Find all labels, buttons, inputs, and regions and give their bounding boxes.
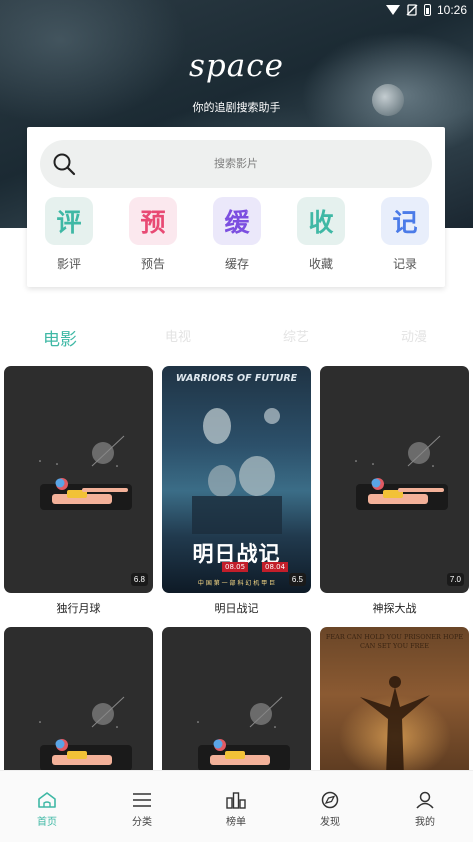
nav-label: 分类 bbox=[132, 817, 152, 828]
quick-action-label: 影评 bbox=[56, 257, 81, 271]
nav-home[interactable]: 首页 bbox=[17, 791, 77, 828]
placeholder-illustration bbox=[39, 435, 132, 510]
movie-card-poster[interactable] bbox=[162, 627, 311, 777]
movie-card-poster[interactable]: 7.0 bbox=[320, 366, 469, 593]
movie-card-poster[interactable]: WARRIORS OF FUTURE 明日战记 08.05 08.04 中 国 … bbox=[162, 366, 311, 593]
nav-category[interactable]: 分类 bbox=[112, 791, 172, 828]
quick-action-label: 收藏 bbox=[308, 257, 333, 271]
quick-action-trailers[interactable]: 预 预告 bbox=[128, 197, 178, 272]
trailers-icon[interactable]: 预 bbox=[129, 197, 177, 245]
movie-card-poster[interactable]: 6.8 bbox=[4, 366, 153, 593]
reviews-icon[interactable]: 评 bbox=[45, 197, 93, 245]
movie-card-poster[interactable] bbox=[4, 627, 153, 777]
poster-date-1: 08.05 bbox=[222, 562, 249, 572]
movie-title[interactable]: 明日战记 bbox=[162, 600, 311, 616]
quick-action-history[interactable]: 记 记录 bbox=[380, 197, 430, 272]
nav-discover[interactable]: 发现 bbox=[300, 791, 360, 828]
nav-label: 我的 bbox=[415, 817, 435, 828]
app-logo: space bbox=[189, 48, 284, 84]
movie-title[interactable]: 独行月球 bbox=[4, 600, 153, 616]
quick-action-cache[interactable]: 缓 缓存 bbox=[212, 197, 262, 272]
nav-label: 发现 bbox=[320, 817, 340, 828]
placeholder-illustration bbox=[39, 696, 132, 771]
quick-action-label: 预告 bbox=[140, 257, 165, 271]
tab-tv[interactable]: 电视 bbox=[165, 326, 191, 345]
quick-action-favorites[interactable]: 收 收藏 bbox=[296, 197, 346, 272]
tab-variety[interactable]: 综艺 bbox=[283, 326, 309, 345]
placeholder-illustration bbox=[197, 696, 290, 771]
cache-icon[interactable]: 缓 bbox=[213, 197, 261, 245]
quick-action-label: 记录 bbox=[392, 257, 417, 271]
rating-badge: 6.8 bbox=[130, 573, 148, 586]
list-icon[interactable] bbox=[132, 791, 152, 809]
nav-label: 榜单 bbox=[226, 817, 246, 828]
rating-badge: 6.5 bbox=[288, 573, 306, 586]
home-icon[interactable] bbox=[37, 791, 57, 809]
profile-icon[interactable] bbox=[415, 791, 435, 809]
wifi-icon bbox=[385, 5, 400, 15]
quick-action-reviews[interactable]: 评 影评 bbox=[44, 197, 94, 272]
nav-ranking[interactable]: 榜单 bbox=[206, 791, 266, 828]
rain-figure-artwork bbox=[360, 676, 430, 777]
ranking-icon[interactable] bbox=[226, 791, 246, 809]
placeholder-illustration bbox=[355, 435, 448, 510]
bottom-navigation: 首页 分类 榜单 发现 我的 bbox=[0, 770, 473, 842]
nav-profile[interactable]: 我的 bbox=[395, 791, 455, 828]
no-sim-icon bbox=[406, 4, 418, 16]
movie-card-poster[interactable]: FEAR CAN HOLD YOU PRISONER HOPE CAN SET … bbox=[320, 627, 469, 777]
app-tagline: 你的追剧搜索助手 bbox=[192, 101, 281, 114]
history-icon[interactable]: 记 bbox=[381, 197, 429, 245]
status-time: 10:26 bbox=[436, 3, 467, 17]
quick-action-label: 缓存 bbox=[224, 257, 249, 271]
tab-anime[interactable]: 动漫 bbox=[401, 326, 427, 345]
search-placeholder[interactable]: 搜索影片 bbox=[40, 155, 432, 171]
discover-icon[interactable] bbox=[320, 791, 340, 809]
app-screen: 10:26 space 你的追剧搜索助手 搜索影片 评 影评 预 预告 缓 缓存… bbox=[0, 0, 473, 842]
favorites-icon[interactable]: 收 bbox=[297, 197, 345, 245]
search-card: 搜索影片 评 影评 预 预告 缓 缓存 收 收藏 记 记录 bbox=[27, 127, 445, 287]
poster-date-2: 08.04 bbox=[262, 562, 289, 572]
status-bar: 10:26 bbox=[0, 0, 473, 20]
nav-label: 首页 bbox=[37, 817, 57, 828]
movie-title[interactable]: 神探大战 bbox=[320, 600, 469, 616]
tab-movies[interactable]: 电影 bbox=[43, 325, 77, 350]
search-bar[interactable]: 搜索影片 bbox=[40, 140, 432, 188]
rating-badge: 7.0 bbox=[446, 573, 464, 586]
battery-icon bbox=[423, 4, 431, 16]
